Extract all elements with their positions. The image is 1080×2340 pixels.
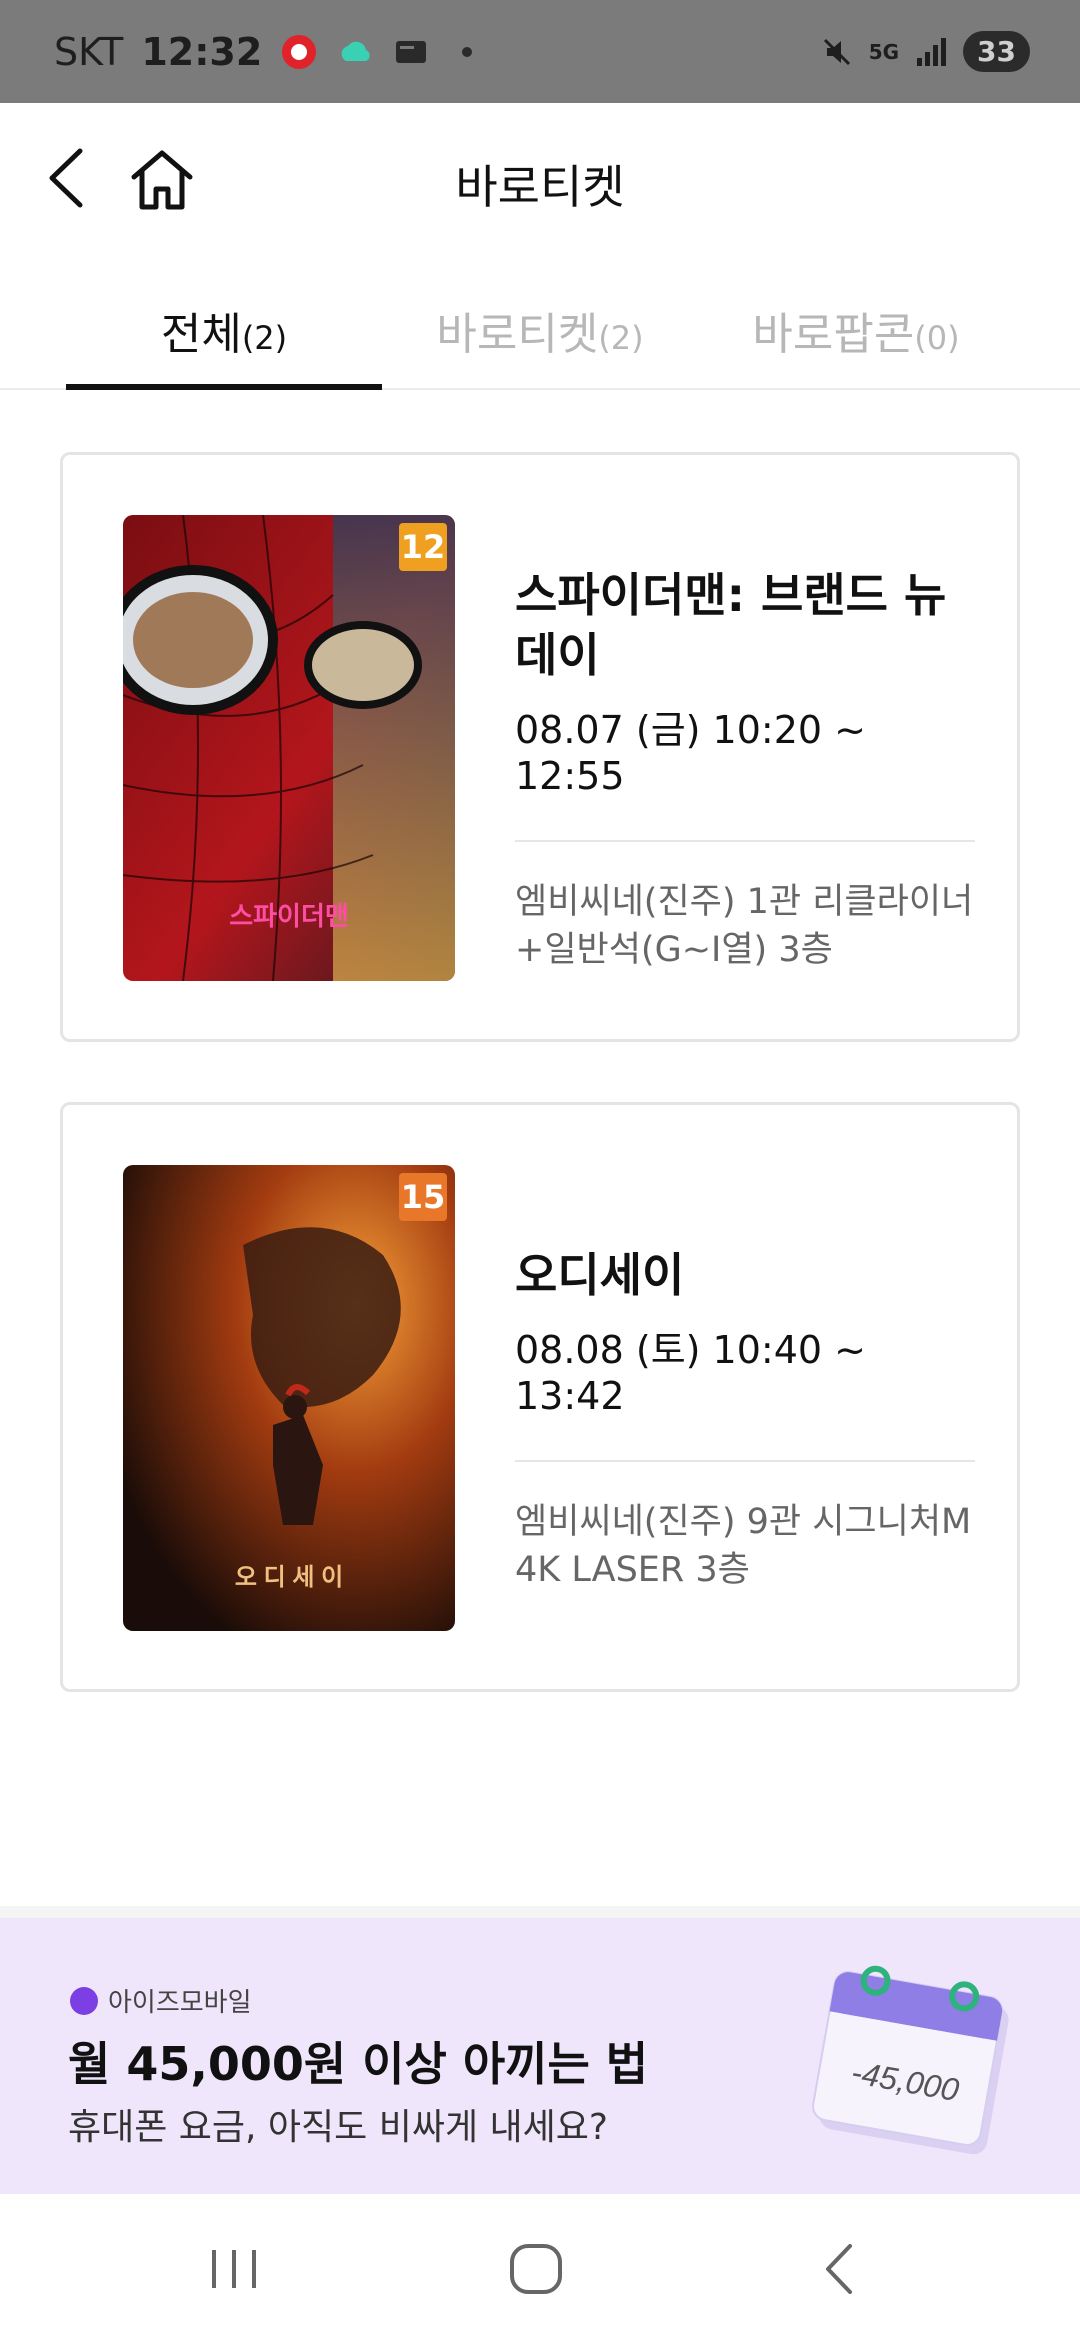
movie-title: 오디세이 — [515, 1248, 685, 1302]
tab-count: (2) — [241, 319, 288, 357]
back-nav-icon[interactable] — [800, 2234, 880, 2304]
age-rating-badge: 15 — [399, 1173, 447, 1221]
tab-bar: 전체(2) 바로티켓(2) 바로팝콘(0) — [0, 270, 1080, 390]
notification-app-icon — [282, 34, 317, 69]
divider — [515, 1460, 975, 1462]
ad-separator — [0, 1906, 1080, 1918]
svg-text:오 디 세 이: 오 디 세 이 — [235, 1564, 343, 1591]
ticket-card[interactable]: 오 디 세 이 15 오디세이 08.08 (토) 10:40 ~ 13:42 … — [60, 1102, 1020, 1692]
ad-subtitle: 휴대폰 요금, 아직도 비싸게 내세요? — [68, 2107, 609, 2148]
tab-count: (2) — [598, 319, 644, 357]
venue-info: 엠비씨네(진주) 1관 리클라이너+일반석(G~I열) 3층 — [515, 882, 974, 970]
home-nav-icon[interactable] — [496, 2234, 576, 2304]
tab-label: 바로티켓 — [436, 309, 599, 360]
poster-image: 오 디 세 이 — [123, 1165, 455, 1631]
active-tab-indicator — [66, 384, 382, 390]
movie-poster: 오 디 세 이 15 — [123, 1165, 455, 1631]
movie-title: 스파이더맨: 브랜드 뉴 데이 — [515, 568, 947, 682]
status-time: 12:32 — [141, 29, 263, 74]
more-notifications-dot-icon — [462, 46, 473, 57]
ad-brand: 아이즈모바일 — [70, 1982, 252, 2019]
poster-image: 스파이더맨 — [123, 515, 455, 981]
ticket-info: 스파이더맨: 브랜드 뉴 데이 08.07 (금) 10:20 ~ 12:55 … — [515, 565, 975, 974]
tab-all[interactable]: 전체(2) — [66, 298, 382, 388]
brand-logo-icon — [70, 1986, 98, 2015]
tab-label: 전체 — [160, 309, 242, 360]
battery-indicator: 33 — [963, 31, 1030, 72]
calendar-icon: -45,000 — [812, 1965, 1009, 2155]
tab-baro-popcorn[interactable]: 바로팝콘(0) — [698, 298, 1014, 388]
svg-text:스파이더맨: 스파이더맨 — [229, 901, 349, 931]
tab-label: 바로팝콘 — [752, 309, 915, 360]
status-bar: SKT 12:32 5G 33 — [0, 0, 1080, 103]
ad-banner[interactable]: 아이즈모바일 월 45,000원 이상 아끼는 법 휴대폰 요금, 아직도 비싸… — [0, 1918, 1080, 2194]
tab-baro-ticket[interactable]: 바로티켓(2) — [382, 298, 698, 388]
showtime: 08.07 (금) 10:20 ~ 12:55 — [515, 708, 866, 798]
recent-apps-icon[interactable] — [194, 2234, 274, 2304]
tab-count: (0) — [914, 319, 960, 357]
system-navigation-bar — [0, 2194, 1080, 2340]
status-right: 5G 33 — [819, 31, 1030, 72]
showtime: 08.08 (토) 10:40 ~ 13:42 — [515, 1328, 866, 1418]
divider — [515, 840, 975, 842]
age-rating-badge: 12 — [399, 523, 447, 571]
carrier-label: SKT — [54, 29, 124, 74]
mute-icon — [823, 38, 850, 65]
signal-icon — [917, 37, 947, 66]
ticket-info: 오디세이 08.08 (토) 10:40 ~ 13:42 엠비씨네(진주) 9관… — [515, 1245, 975, 1594]
cloud-icon — [341, 41, 370, 61]
ticket-card[interactable]: 스파이더맨 12 스파이더맨: 브랜드 뉴 데이 08.07 (금) 10:20… — [60, 452, 1020, 1042]
movie-poster: 스파이더맨 12 — [123, 515, 455, 981]
venue-info: 엠비씨네(진주) 9관 시그니처M 4K LASER 3층 — [515, 1502, 972, 1590]
network-type-label: 5G — [868, 39, 900, 64]
card-icon — [396, 40, 427, 63]
ad-title: 월 45,000원 이상 아끼는 법 — [68, 2037, 649, 2091]
ad-brand-name: 아이즈모바일 — [108, 1988, 252, 2018]
app-header: 바로티켓 — [0, 103, 1080, 253]
status-left: SKT 12:32 — [54, 30, 486, 74]
page-title: 바로티켓 — [455, 160, 625, 214]
